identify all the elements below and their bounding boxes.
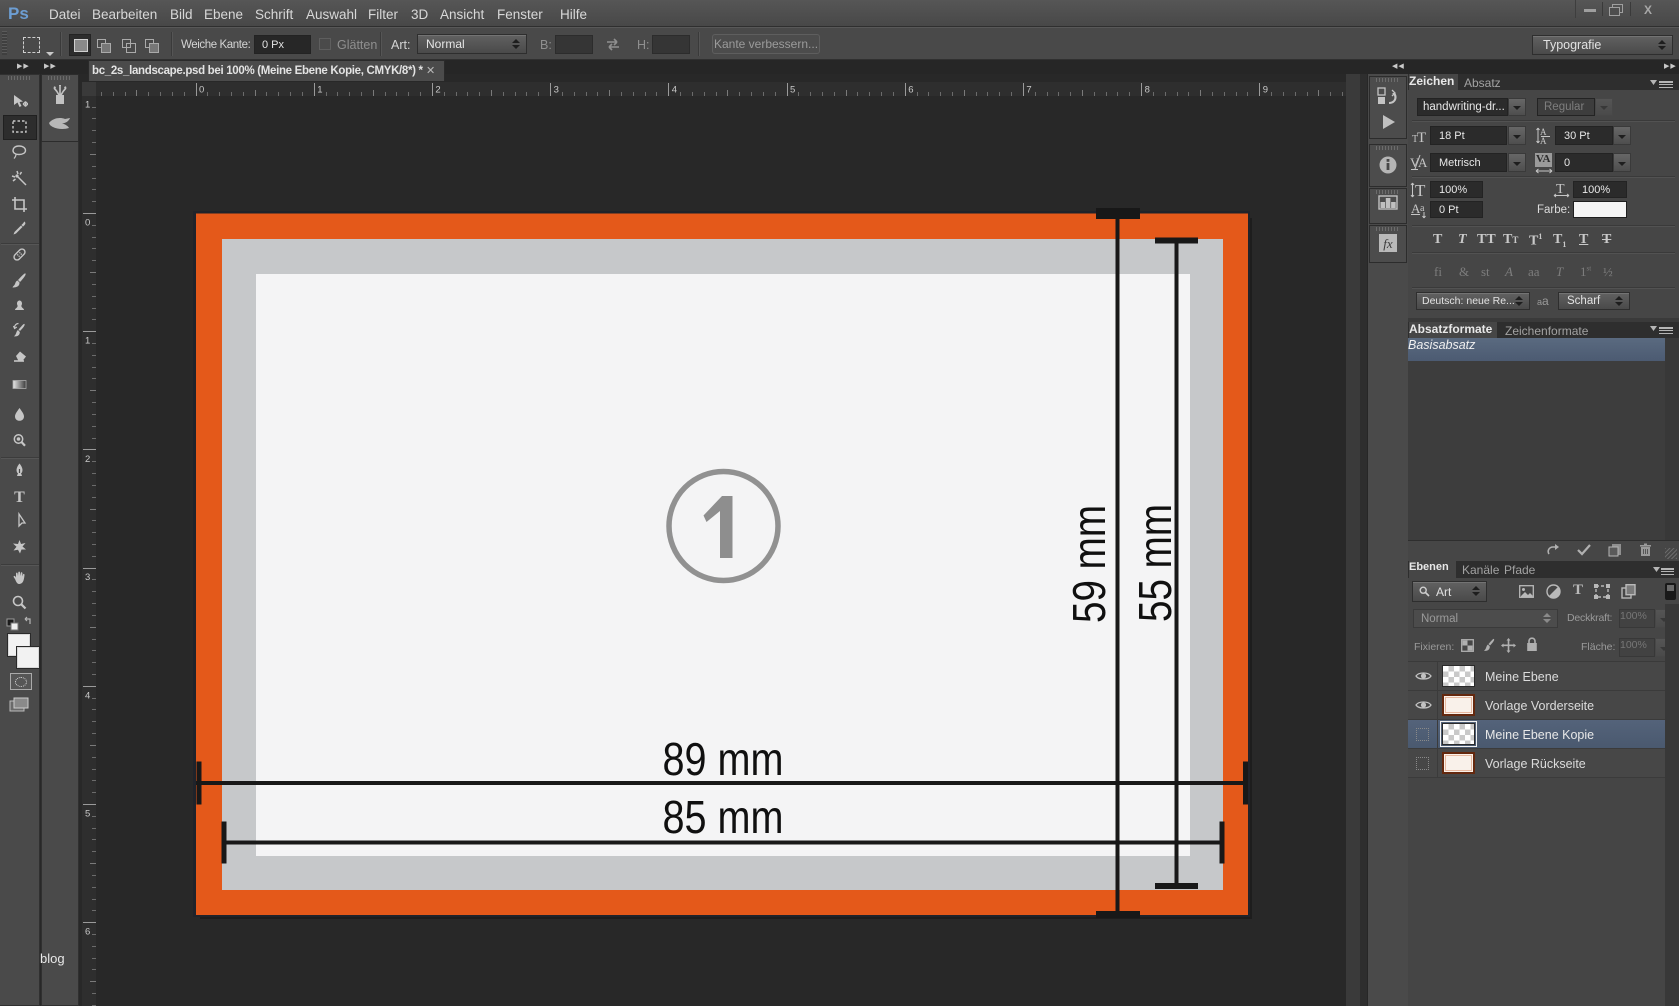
svg-text:2: 2 xyxy=(85,454,90,465)
svg-text:0: 0 xyxy=(85,218,90,229)
svg-text:2: 2 xyxy=(435,85,440,96)
svg-text:6: 6 xyxy=(85,927,90,938)
svg-text:8: 8 xyxy=(1145,85,1150,96)
svg-text:fx: fx xyxy=(1383,236,1393,251)
svg-text:7: 7 xyxy=(1026,85,1031,96)
svg-text:T: T xyxy=(14,489,25,505)
svg-text:1: 1 xyxy=(317,85,322,96)
svg-text:5: 5 xyxy=(85,809,90,820)
svg-text:1: 1 xyxy=(85,99,90,110)
svg-text:T: T xyxy=(1417,130,1426,144)
svg-text:T: T xyxy=(1415,181,1426,199)
svg-text:3: 3 xyxy=(554,85,559,96)
svg-text:59 mm: 59 mm xyxy=(1063,505,1115,623)
svg-text:1: 1 xyxy=(85,336,90,347)
svg-text:6: 6 xyxy=(908,85,913,96)
svg-text:55 mm: 55 mm xyxy=(1129,504,1181,622)
svg-text:89 mm: 89 mm xyxy=(663,733,784,785)
svg-text:T: T xyxy=(1556,182,1565,197)
svg-text:85 mm: 85 mm xyxy=(663,791,784,843)
svg-text:5: 5 xyxy=(790,85,795,96)
svg-text:4: 4 xyxy=(672,85,677,96)
svg-text:3: 3 xyxy=(85,572,90,583)
svg-text:4: 4 xyxy=(85,690,90,701)
svg-text:9: 9 xyxy=(1263,85,1268,96)
svg-text:0: 0 xyxy=(199,85,204,96)
svg-text:A: A xyxy=(1540,136,1547,145)
